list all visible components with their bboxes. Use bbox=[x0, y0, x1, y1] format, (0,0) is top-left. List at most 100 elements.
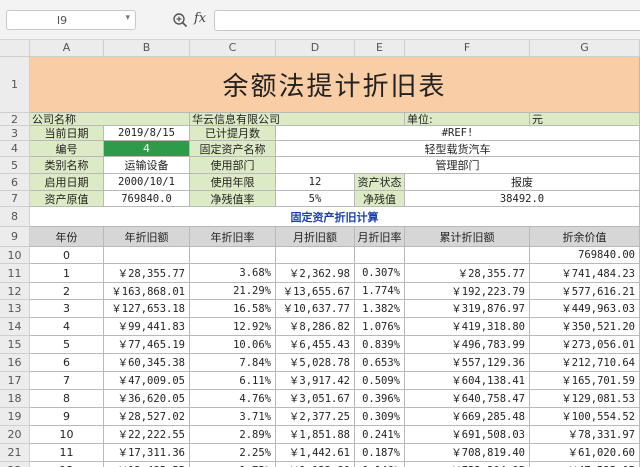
zoom-icon[interactable] bbox=[172, 12, 188, 28]
table-cell[interactable]: 21.29% bbox=[190, 283, 276, 300]
table-cell[interactable]: ￥28,355.77 bbox=[405, 264, 530, 283]
table-cell[interactable]: ￥669,285.48 bbox=[405, 408, 530, 426]
row-header-15[interactable]: 15 bbox=[0, 336, 30, 354]
table-cell[interactable]: ￥604,138.41 bbox=[405, 372, 530, 390]
table-cell[interactable]: 0.187% bbox=[355, 444, 405, 462]
table-cell[interactable]: ￥77,465.19 bbox=[104, 336, 190, 354]
life-value[interactable]: 12 bbox=[276, 174, 355, 191]
table-cell[interactable] bbox=[276, 247, 355, 264]
start-date-label[interactable]: 启用日期 bbox=[30, 174, 104, 191]
table-cell[interactable]: 16.58% bbox=[190, 300, 276, 318]
table-cell[interactable]: 8 bbox=[30, 390, 104, 408]
original-value-label[interactable]: 资产原值 bbox=[30, 191, 104, 207]
table-cell[interactable]: ￥419,318.80 bbox=[405, 318, 530, 336]
row-header-11[interactable]: 11 bbox=[0, 264, 30, 283]
table-cell[interactable]: 7.84% bbox=[190, 354, 276, 372]
name-box[interactable]: I9 ▾ bbox=[6, 10, 136, 30]
dept-value[interactable]: 管理部门 bbox=[276, 157, 640, 174]
table-cell[interactable]: ￥2,377.25 bbox=[276, 408, 355, 426]
row-header-14[interactable]: 14 bbox=[0, 318, 30, 336]
row-header-3[interactable]: 3 bbox=[0, 126, 30, 141]
table-cell[interactable]: ￥3,051.67 bbox=[276, 390, 355, 408]
company-label[interactable]: 公司名称 bbox=[30, 113, 190, 126]
column-header-d[interactable]: D bbox=[276, 40, 355, 57]
sheet-title[interactable]: 余额法提计折旧表 bbox=[30, 57, 640, 113]
table-cell[interactable]: 3 bbox=[30, 300, 104, 318]
table-cell[interactable]: ￥17,311.36 bbox=[104, 444, 190, 462]
table-cell[interactable]: 2.89% bbox=[190, 426, 276, 444]
table-cell[interactable]: ￥3,917.42 bbox=[276, 372, 355, 390]
table-cell[interactable] bbox=[190, 247, 276, 264]
row-header-7[interactable]: 7 bbox=[0, 191, 30, 207]
row-header-5[interactable]: 5 bbox=[0, 157, 30, 174]
residual-rate-label[interactable]: 净残值率 bbox=[190, 191, 276, 207]
category-label[interactable]: 类别名称 bbox=[30, 157, 104, 174]
table-cell[interactable]: ￥557,129.36 bbox=[405, 354, 530, 372]
category-value[interactable]: 运输设备 bbox=[104, 157, 190, 174]
table-cell[interactable]: ￥212,710.64 bbox=[530, 354, 640, 372]
row-header-19[interactable]: 19 bbox=[0, 408, 30, 426]
table-cell[interactable]: ￥1,442.61 bbox=[276, 444, 355, 462]
asset-name-label[interactable]: 固定资产名称 bbox=[190, 141, 276, 157]
formula-input[interactable] bbox=[214, 10, 640, 31]
table-cell[interactable]: 10 bbox=[30, 426, 104, 444]
column-header-c[interactable]: C bbox=[190, 40, 276, 57]
table-cell[interactable]: 3.68% bbox=[190, 264, 276, 283]
table-cell[interactable]: ￥28,355.77 bbox=[104, 264, 190, 283]
row-header-20[interactable]: 20 bbox=[0, 426, 30, 444]
table-cell[interactable]: 10.06% bbox=[190, 336, 276, 354]
table-cell[interactable]: 0 bbox=[30, 247, 104, 264]
table-cell[interactable]: ￥722,304.95 bbox=[405, 462, 530, 467]
table-cell[interactable]: ￥165,701.59 bbox=[530, 372, 640, 390]
status-value[interactable]: 报废 bbox=[405, 174, 640, 191]
row-header-22[interactable]: 22 bbox=[0, 462, 30, 467]
table-header-b[interactable]: 年折旧额 bbox=[104, 227, 190, 247]
residual-value[interactable]: 38492.0 bbox=[405, 191, 640, 207]
residual-rate-value[interactable]: 5% bbox=[276, 191, 355, 207]
table-cell[interactable]: ￥28,527.02 bbox=[104, 408, 190, 426]
table-cell[interactable]: 0.839% bbox=[355, 336, 405, 354]
table-cell[interactable]: ￥36,620.05 bbox=[104, 390, 190, 408]
row-header-4[interactable]: 4 bbox=[0, 141, 30, 157]
column-header-a[interactable]: A bbox=[30, 40, 104, 57]
table-cell[interactable]: 1.75% bbox=[190, 462, 276, 467]
table-header-e[interactable]: 月折旧率 bbox=[355, 227, 405, 247]
table-cell[interactable]: 3.71% bbox=[190, 408, 276, 426]
table-cell[interactable]: ￥6,455.43 bbox=[276, 336, 355, 354]
table-cell[interactable]: 5 bbox=[30, 336, 104, 354]
table-cell[interactable]: 0.653% bbox=[355, 354, 405, 372]
table-cell[interactable]: 0.509% bbox=[355, 372, 405, 390]
table-cell[interactable]: 0.241% bbox=[355, 426, 405, 444]
section-title[interactable]: 固定资产折旧计算 bbox=[30, 207, 640, 227]
table-header-g[interactable]: 折余价值 bbox=[530, 227, 640, 247]
table-cell[interactable]: 1 bbox=[30, 264, 104, 283]
table-cell[interactable]: 12 bbox=[30, 462, 104, 467]
table-cell[interactable]: ￥1,123.80 bbox=[276, 462, 355, 467]
table-cell[interactable]: 7 bbox=[30, 372, 104, 390]
table-cell[interactable]: ￥61,020.60 bbox=[530, 444, 640, 462]
table-cell[interactable]: ￥99,441.83 bbox=[104, 318, 190, 336]
original-value[interactable]: 769840.0 bbox=[104, 191, 190, 207]
row-header-12[interactable]: 12 bbox=[0, 283, 30, 300]
asset-name-value[interactable]: 轻型载货汽车 bbox=[276, 141, 640, 157]
table-cell[interactable]: ￥127,653.18 bbox=[104, 300, 190, 318]
table-cell[interactable]: ￥273,056.01 bbox=[530, 336, 640, 354]
column-header-e[interactable]: E bbox=[355, 40, 405, 57]
table-cell[interactable]: 0.396% bbox=[355, 390, 405, 408]
table-cell[interactable]: 2 bbox=[30, 283, 104, 300]
table-cell[interactable]: ￥47,009.05 bbox=[104, 372, 190, 390]
column-header-g[interactable]: G bbox=[530, 40, 640, 57]
table-cell[interactable]: ￥192,223.79 bbox=[405, 283, 530, 300]
table-cell[interactable]: ￥8,286.82 bbox=[276, 318, 355, 336]
table-cell[interactable]: ￥319,876.97 bbox=[405, 300, 530, 318]
table-cell[interactable]: ￥78,331.97 bbox=[530, 426, 640, 444]
table-header-a[interactable]: 年份 bbox=[30, 227, 104, 247]
row-header-17[interactable]: 17 bbox=[0, 372, 30, 390]
table-header-d[interactable]: 月折旧额 bbox=[276, 227, 355, 247]
unit-value[interactable]: 元 bbox=[530, 113, 640, 126]
company-name[interactable]: 华云信息有限公司 bbox=[190, 113, 405, 126]
table-cell[interactable]: ￥129,081.53 bbox=[530, 390, 640, 408]
select-all-corner[interactable] bbox=[0, 40, 30, 57]
table-cell[interactable]: ￥449,963.03 bbox=[530, 300, 640, 318]
row-header-2[interactable]: 2 bbox=[0, 113, 30, 126]
